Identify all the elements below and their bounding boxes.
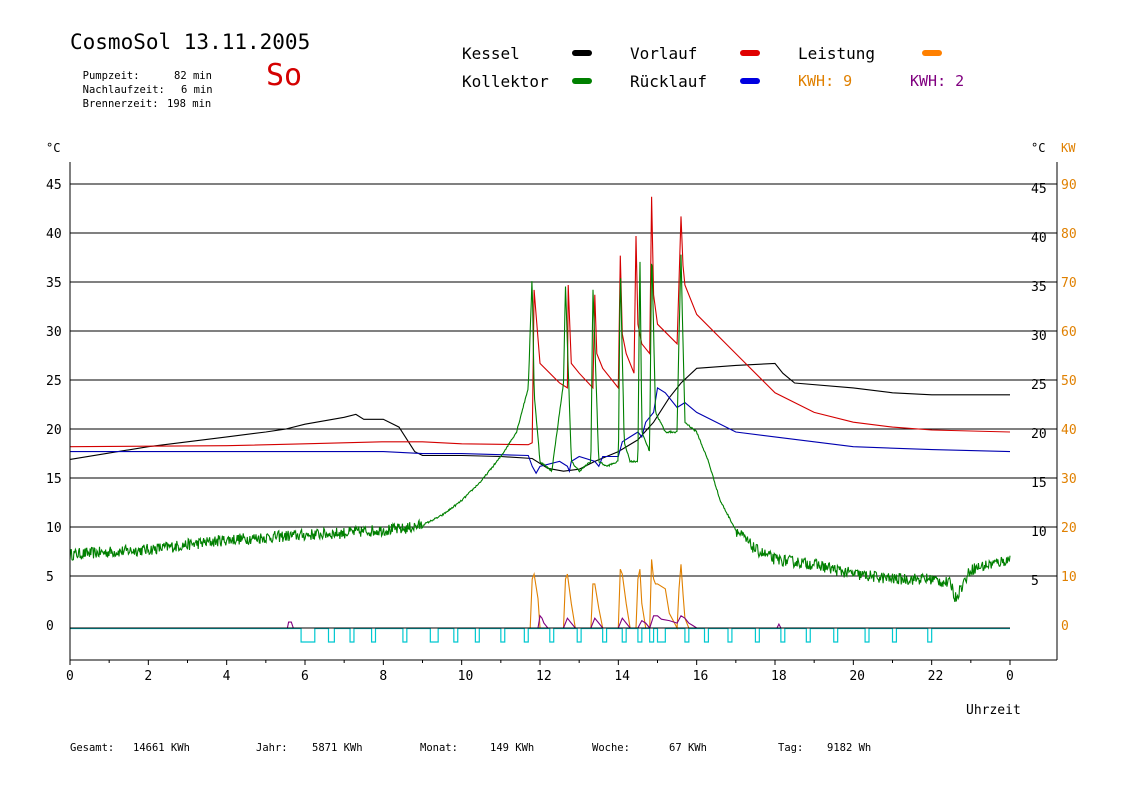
kw-tick-label: 0 xyxy=(1061,619,1069,634)
kw-tick-label: 20 xyxy=(1061,521,1077,536)
y-axis-right-unit-kw: KW xyxy=(1061,141,1076,155)
y-tick-label-left: 35 xyxy=(46,276,62,291)
footer-label: Woche: xyxy=(592,742,630,754)
kw-tick-label: 10 xyxy=(1061,570,1077,585)
kw-tick-label: 40 xyxy=(1061,423,1077,438)
footer-gesamt: Gesamt: 14661 KWh xyxy=(70,742,190,754)
temperature-chart: °C °C KW Uhrzeit 05 510 1015 1520 2025 2530 30… xyxy=(46,141,1077,718)
series-line-vorlauf xyxy=(69,196,1011,448)
y-tick-label-left: 5 xyxy=(46,570,54,585)
footer-label: Tag: xyxy=(778,742,804,754)
x-tick-label: 4 xyxy=(223,669,231,684)
footer-tag: Tag: 9182 Wh xyxy=(778,742,871,754)
y-tick-label-left: 15 xyxy=(46,472,62,487)
y-tick-label-left: 45 xyxy=(46,178,62,193)
y-tick-label-right: 5 xyxy=(1031,574,1039,589)
x-tick-label: 10 xyxy=(458,669,474,684)
footer-value: 9182 Wh xyxy=(827,742,872,754)
footer-value: 67 KWh xyxy=(669,742,707,754)
y-tick-label-right: 35 xyxy=(1031,280,1047,295)
footer-woche: Woche: 67 KWh xyxy=(592,742,707,754)
x-axis-label: Uhrzeit xyxy=(966,703,1021,718)
y-tick-label-left: 25 xyxy=(46,374,62,389)
y-tick-label-right: 15 xyxy=(1031,476,1047,491)
footer-value: 5871 KWh xyxy=(312,742,363,754)
pump-status-line xyxy=(70,627,1010,643)
x-tick-label: 12 xyxy=(536,669,552,684)
y-tick-label-right: 25 xyxy=(1031,378,1047,393)
x-tick-label: 0 xyxy=(66,669,74,684)
y-tick-label-right: 20 xyxy=(1031,427,1047,442)
kw-tick-label: 50 xyxy=(1061,374,1077,389)
y-tick-label-left: 20 xyxy=(46,423,62,438)
x-tick-label: 22 xyxy=(928,669,944,684)
y-tick-label-right: 45 xyxy=(1031,182,1047,197)
kw-tick-label: 90 xyxy=(1061,178,1077,193)
y-tick-label-left: 0 xyxy=(46,619,54,634)
y-axis-right-unit-c: °C xyxy=(1031,141,1045,155)
y-tick-label-left: 30 xyxy=(46,325,62,340)
y-tick-label-right: 30 xyxy=(1031,329,1047,344)
x-tick-label: 20 xyxy=(849,669,865,684)
x-tick-label: 2 xyxy=(144,669,152,684)
x-tick-label: 8 xyxy=(379,669,387,684)
y-tick-label-right: 40 xyxy=(1031,231,1047,246)
x-tick-label: 18 xyxy=(771,669,787,684)
x-tick-label: 14 xyxy=(614,669,630,684)
kw-tick-label: 70 xyxy=(1061,276,1077,291)
kw-tick-label: 30 xyxy=(1061,472,1077,487)
y-tick-label-left: 10 xyxy=(46,521,62,536)
y-tick-label-left: 40 xyxy=(46,227,62,242)
x-tick-label: 0 xyxy=(1006,669,1014,684)
series-line-kollektor xyxy=(69,254,1011,603)
footer-jahr: Jahr: 5871 KWh xyxy=(256,742,363,754)
footer-value: 14661 KWh xyxy=(133,742,190,754)
kw-tick-label: 60 xyxy=(1061,325,1077,340)
kw-tick-label: 80 xyxy=(1061,227,1077,242)
y-tick-label-right: 10 xyxy=(1031,525,1047,540)
x-tick-label: 6 xyxy=(301,669,309,684)
x-tick-label: 16 xyxy=(693,669,709,684)
footer-label: Monat: xyxy=(420,742,458,754)
footer-value: 149 KWh xyxy=(490,742,535,754)
footer-label: Jahr: xyxy=(256,742,288,754)
footer-label: Gesamt: xyxy=(70,742,115,754)
y-axis-left-unit: °C xyxy=(46,141,60,155)
footer-monat: Monat: 149 KWh xyxy=(420,742,534,754)
